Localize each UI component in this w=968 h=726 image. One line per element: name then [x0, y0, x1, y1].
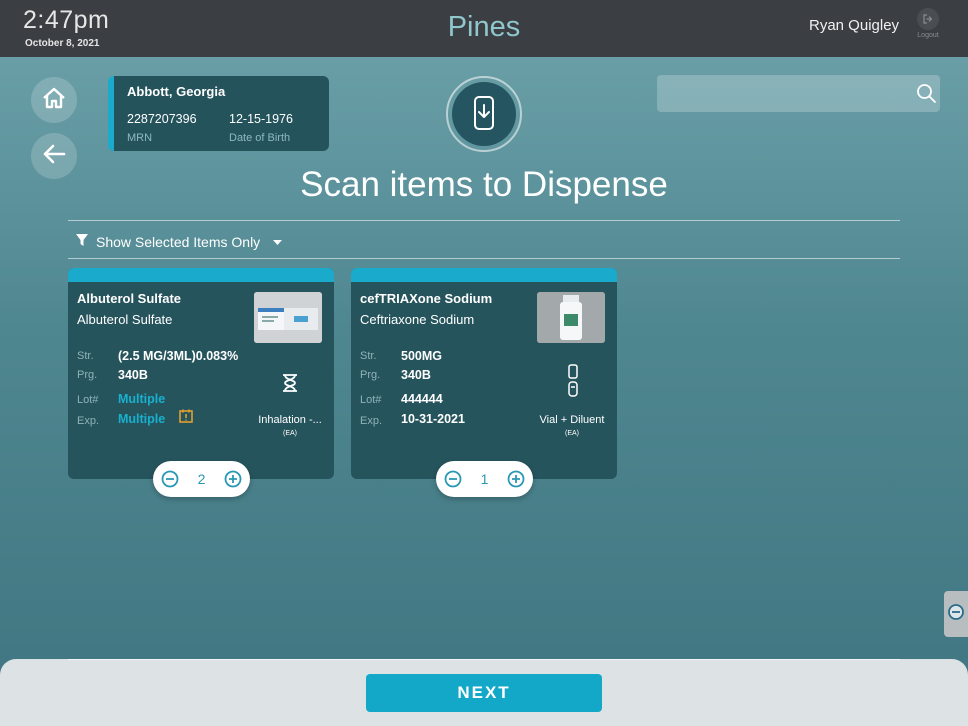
program-label: Prg.	[360, 369, 381, 381]
item-card[interactable]: Albuterol Sulfate Albuterol Sulfate Str.…	[68, 268, 334, 497]
decrement-button[interactable]	[443, 469, 463, 489]
search-input[interactable]	[657, 75, 940, 112]
item-generic-name: Ceftriaxone Sodium	[360, 312, 475, 327]
patient-dob: 12-15-1976	[229, 112, 293, 126]
expiration-label: Exp.	[77, 415, 100, 427]
divider-top	[68, 220, 900, 221]
dosage-form: Inhalation -...	[258, 414, 322, 426]
decrement-button[interactable]	[160, 469, 180, 489]
quantity-stepper[interactable]: 1	[436, 461, 533, 497]
chevron-down-icon[interactable]	[272, 234, 283, 250]
item-name: cefTRIAXone Sodium	[360, 291, 493, 306]
lot-label: Lot#	[360, 394, 382, 406]
item-image	[254, 292, 322, 343]
patient-mrn: 2287207396	[127, 112, 197, 126]
card-accent-bar	[68, 268, 334, 282]
top-bar: 2:47pm October 8, 2021 Pines Ryan Quigle…	[0, 0, 968, 57]
quantity-stepper[interactable]: 2	[153, 461, 250, 497]
quantity-value: 2	[197, 471, 206, 487]
filter-label: Show Selected Items Only	[96, 233, 261, 250]
logout-icon	[917, 8, 939, 30]
strength-label: Str.	[77, 350, 94, 362]
strength-label: Str.	[360, 350, 377, 362]
dob-label: Date of Birth	[229, 132, 291, 144]
quantity-value: 1	[480, 471, 489, 487]
expiration-label: Exp.	[360, 415, 383, 427]
lot-value: 444444	[401, 392, 443, 406]
side-drawer-tab[interactable]	[944, 591, 968, 637]
item-image	[537, 292, 605, 343]
dosage-unit: (EA)	[283, 430, 297, 437]
filter-toggle[interactable]: Show Selected Items Only	[75, 233, 283, 250]
scan-indicator	[446, 76, 522, 152]
increment-button[interactable]	[223, 469, 243, 489]
increment-button[interactable]	[506, 469, 526, 489]
program-value: 340B	[401, 368, 431, 382]
home-icon	[41, 86, 67, 115]
next-button[interactable]: NEXT	[366, 674, 602, 712]
program-label: Prg.	[77, 369, 98, 381]
vial-icon	[567, 364, 579, 403]
dosage-unit: (EA)	[565, 430, 579, 437]
home-button[interactable]	[31, 77, 77, 123]
filter-icon	[75, 233, 89, 250]
logout-label: Logout	[917, 32, 939, 39]
strength-value: (2.5 MG/3ML)0.083%	[118, 349, 239, 363]
expiration-value: 10-31-2021	[401, 412, 465, 426]
chevron-left-icon	[947, 603, 965, 626]
logout-button[interactable]: Logout	[914, 8, 942, 48]
user-name: Ryan Quigley	[809, 17, 900, 34]
search-icon[interactable]	[916, 83, 937, 109]
mrn-label: MRN	[127, 132, 153, 144]
patient-card[interactable]: Abbott, Georgia 2287207396 12-15-1976 MR…	[108, 76, 329, 151]
patient-name: Abbott, Georgia	[127, 84, 226, 99]
page-title: Scan items to Dispense	[300, 165, 668, 204]
scan-device-icon	[452, 82, 516, 146]
hourglass-icon	[282, 374, 298, 397]
divider-filter	[68, 258, 900, 259]
footer-divider	[68, 659, 900, 660]
program-value: 340B	[118, 368, 148, 382]
expiration-link[interactable]: Multiple	[118, 412, 165, 426]
item-generic-name: Albuterol Sulfate	[77, 312, 173, 327]
strength-value: 500MG	[401, 349, 442, 363]
item-card[interactable]: cefTRIAXone Sodium Ceftriaxone Sodium St…	[351, 268, 617, 497]
dosage-form: Vial + Diluent	[539, 414, 605, 426]
item-name: Albuterol Sulfate	[77, 291, 182, 306]
card-accent-bar	[351, 268, 617, 282]
lot-label: Lot#	[77, 394, 99, 406]
calendar-alert-icon	[179, 409, 193, 428]
lot-link[interactable]: Multiple	[118, 392, 165, 406]
